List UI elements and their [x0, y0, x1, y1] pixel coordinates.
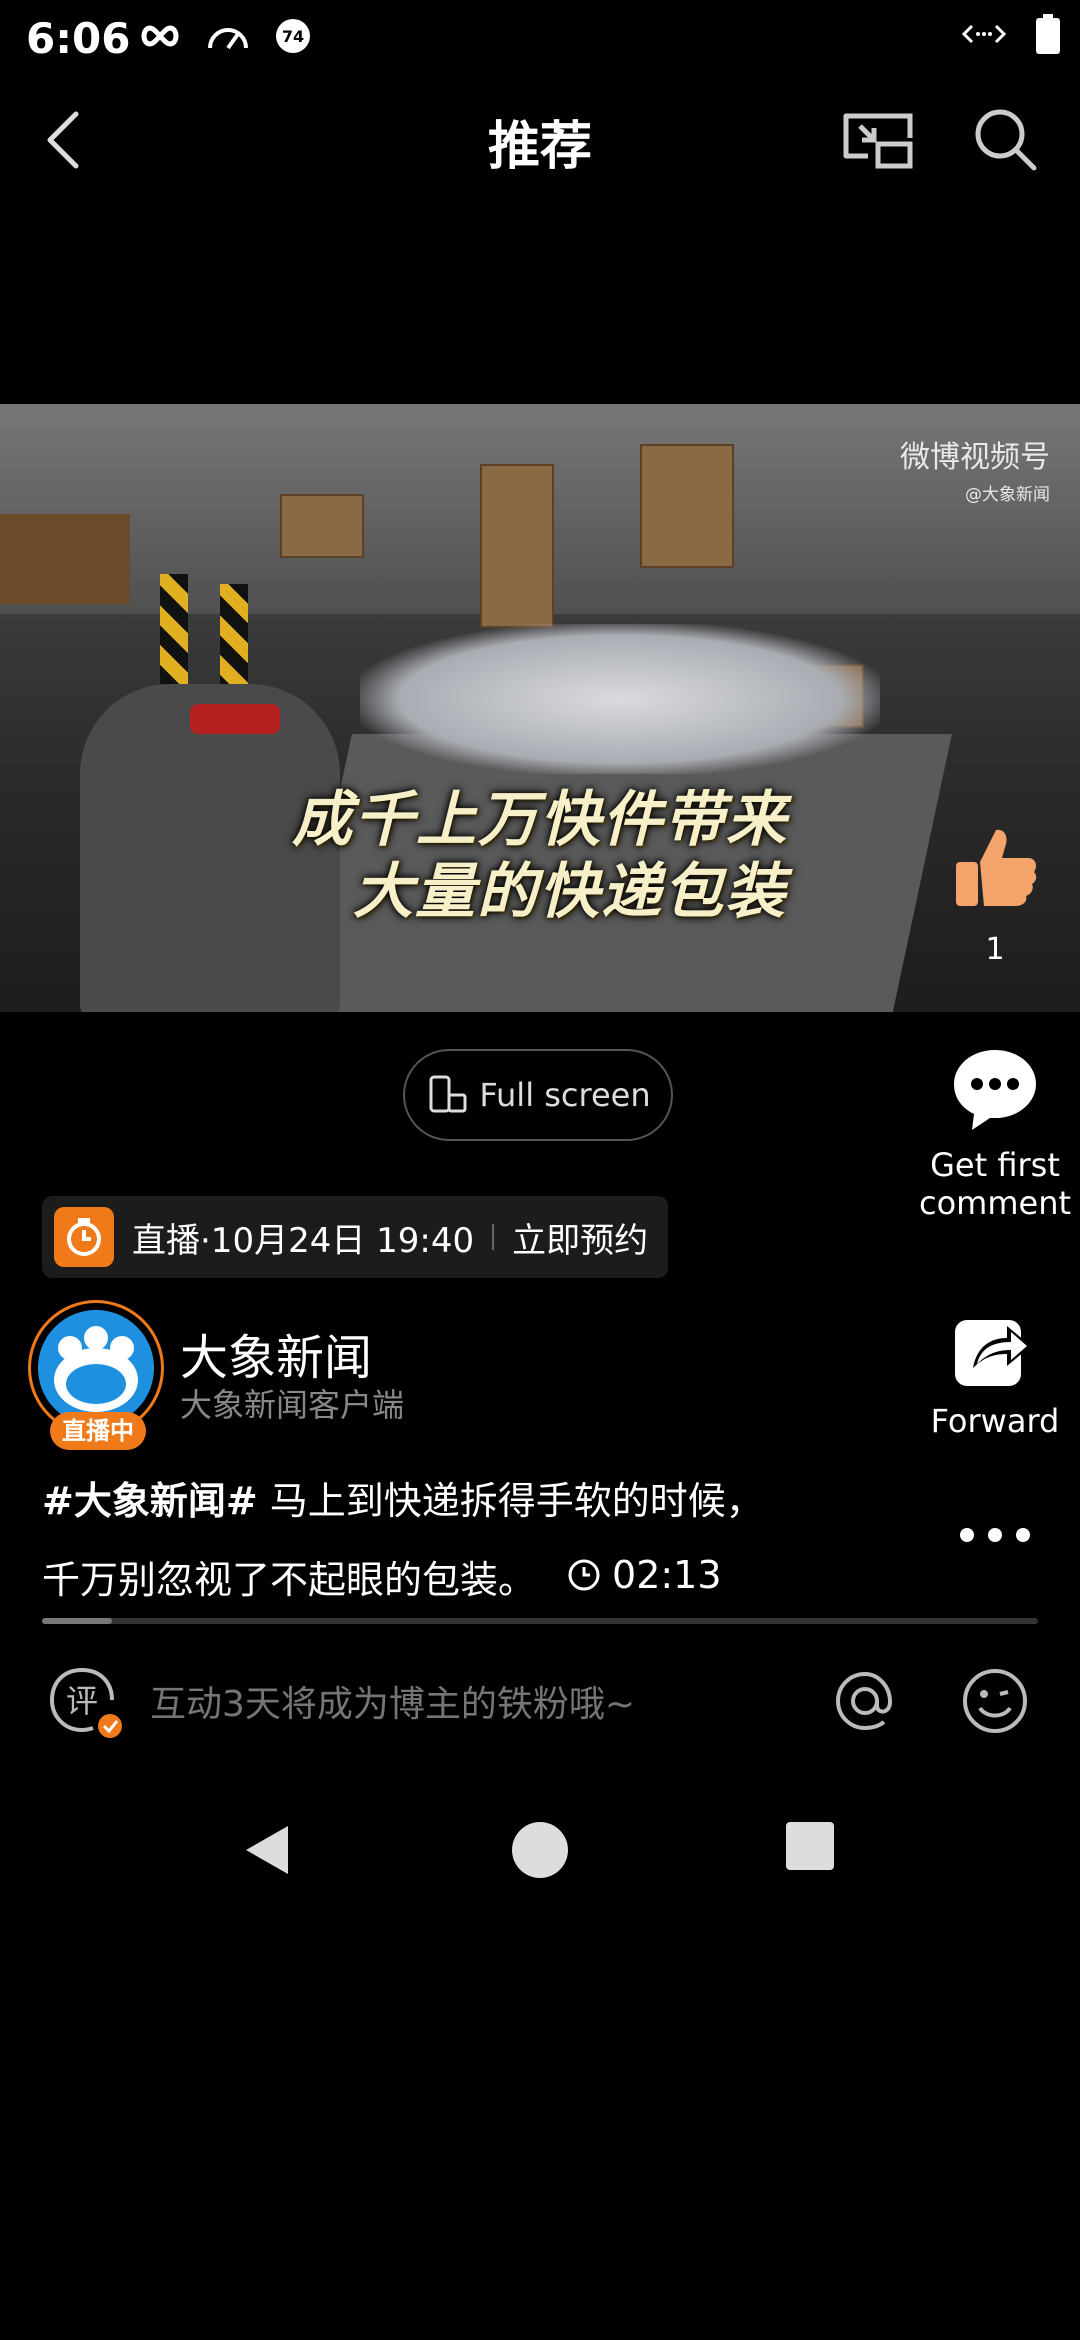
rotate-phone-icon	[429, 1075, 467, 1113]
page-title: 推荐	[487, 117, 592, 177]
video-watermark: 微博视频号 @大象新闻	[900, 432, 1050, 505]
fullscreen-button[interactable]: Full screen	[403, 1049, 673, 1141]
like-overlay[interactable]: 1	[950, 824, 1040, 967]
data-arrows-icon	[962, 24, 1006, 44]
share-icon	[955, 1320, 1031, 1386]
alarm-clock-icon	[54, 1207, 114, 1267]
at-sign-icon	[835, 1671, 893, 1731]
comment-action[interactable]: Get first comment	[900, 1046, 1080, 1222]
reserve-now-link[interactable]: 立即预约	[512, 1213, 648, 1262]
watermark-main: 微博视频号	[900, 440, 1050, 475]
live-divider	[492, 1224, 495, 1250]
clock-icon	[568, 1559, 600, 1591]
author-subtitle: 大象新闻客户端	[180, 1386, 405, 1424]
post-hashtag[interactable]: #大象新闻#	[42, 1479, 258, 1523]
duration-text: 02:13	[612, 1553, 722, 1597]
post-line-1: #大象新闻# 马上到快递拆得手软的时候，	[42, 1464, 862, 1538]
video-scene-box	[480, 464, 554, 628]
avatar	[38, 1310, 154, 1426]
like-count: 1	[985, 932, 1005, 967]
video-progress-track[interactable]	[42, 1618, 1038, 1624]
comment-bubble-icon	[954, 1050, 1036, 1130]
comment-input[interactable]	[150, 1676, 790, 1732]
pip-icon	[843, 113, 913, 169]
post-line-2: 千万别忽视了不起眼的包装。 02:13	[42, 1538, 862, 1617]
forward-label: Forward	[930, 1402, 1060, 1440]
infinity-icon	[141, 25, 179, 47]
comment-label-line-2: comment	[918, 1184, 1072, 1222]
search-icon	[975, 109, 1037, 171]
mention-button[interactable]	[830, 1666, 900, 1736]
post-text-line-1: 马上到快递拆得手软的时候，	[257, 1479, 764, 1523]
live-reservation-bar[interactable]: 直播·10月24日 19:40 立即预约	[42, 1196, 669, 1278]
video-scene-shelf	[0, 514, 130, 604]
fullscreen-label: Full screen	[479, 1076, 651, 1114]
nav-recents-button[interactable]	[786, 1822, 834, 1870]
search-button[interactable]	[970, 104, 1040, 174]
comment-icon-char: 评	[66, 1682, 98, 1720]
video-player[interactable]: 微博视频号 @大象新闻 成千上万快件带来 大量的快递包装 1	[0, 404, 1080, 1012]
caption-line-2: 大量的快递包装	[353, 857, 787, 927]
status-icons-right	[962, 14, 1060, 54]
video-caption: 成千上万快件带来 大量的快递包装	[0, 784, 1080, 928]
more-dot-icon	[960, 1528, 974, 1542]
watermark-sub: @大象新闻	[965, 485, 1050, 505]
emoji-button[interactable]	[960, 1666, 1030, 1736]
emoji-icon	[963, 1669, 1027, 1733]
elephant-logo-icon	[38, 1310, 154, 1426]
thumbs-up-icon	[956, 829, 1037, 906]
live-time-text: 直播·10月24日 19:40	[132, 1220, 475, 1261]
video-scene-box	[640, 444, 734, 568]
video-progress-fill	[42, 1618, 112, 1624]
author-avatar[interactable]: 直播中	[28, 1300, 168, 1450]
back-icon	[47, 111, 79, 169]
post-text: #大象新闻# 马上到快递拆得手软的时候， 千万别忽视了不起眼的包装。 02:13	[42, 1464, 862, 1617]
post-text-line-2: 千万别忽视了不起眼的包装。	[42, 1558, 537, 1602]
comment-compose-icon[interactable]: 评	[46, 1664, 126, 1744]
comment-label-line-1: Get first	[930, 1146, 1060, 1184]
video-duration: 02:13	[566, 1538, 722, 1612]
caption-line-1: 成千上万快件带来	[292, 785, 788, 855]
battery-icon	[1036, 14, 1060, 54]
nav-back-icon	[246, 1826, 288, 1874]
forward-action[interactable]: Forward	[900, 1310, 1080, 1440]
live-badge: 直播中	[50, 1412, 146, 1450]
author-name[interactable]: 大象新闻	[180, 1318, 372, 1388]
more-dot-icon	[988, 1528, 1002, 1542]
picture-in-picture-button[interactable]	[838, 104, 918, 174]
notification-74-icon: 74	[276, 19, 310, 53]
speedometer-icon	[208, 28, 248, 50]
status-time: 6:06	[26, 14, 131, 63]
video-scene-box	[280, 494, 364, 558]
video-scene-bags	[360, 624, 880, 774]
more-options-button[interactable]	[950, 1510, 1040, 1560]
nav-back-button[interactable]	[240, 1820, 300, 1880]
more-dot-icon	[1016, 1528, 1030, 1542]
nav-home-button[interactable]	[512, 1822, 568, 1878]
video-scene-worker-stripe	[190, 704, 280, 734]
back-button[interactable]	[36, 104, 96, 174]
status-icons-left: 74	[140, 16, 310, 56]
